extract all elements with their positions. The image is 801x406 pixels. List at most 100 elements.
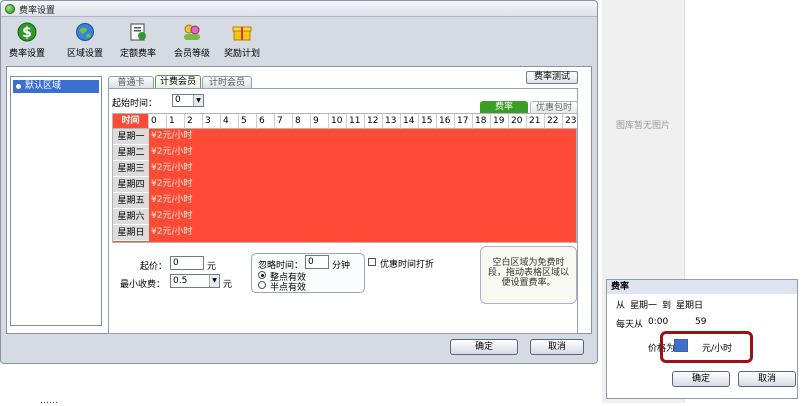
radio-whole-hour[interactable] (258, 271, 266, 279)
min-charge-label: 最小收费： (120, 280, 166, 290)
popup-ok-button[interactable]: 确定 (672, 371, 730, 387)
start-price-label: 起价： (140, 262, 168, 272)
hour-header: 7 (275, 114, 293, 129)
document-icon (130, 23, 146, 41)
region-list: 默认区域 (10, 76, 102, 326)
ignore-time-unit: 分钟 (332, 261, 351, 271)
bullet-icon (16, 84, 21, 89)
day-label: 星期六 (113, 209, 149, 225)
radio-half-hour[interactable] (258, 281, 266, 289)
rate-cell[interactable]: ¥2元/小时 (151, 145, 193, 161)
popup-time-from: 0:00 (648, 317, 669, 327)
toolbar-rate-settings-button[interactable]: $ 费率设置 (4, 20, 50, 62)
toolbar-label: 会员等级 (173, 49, 210, 59)
popup-daily-prefix: 每天从 (616, 320, 644, 330)
hour-header: 13 (383, 114, 401, 129)
cancel-button[interactable]: 取消 (530, 339, 584, 355)
day-label: 星期五 (113, 193, 149, 209)
hour-header: 23 (563, 114, 577, 129)
discount-time-checkbox[interactable] (368, 258, 376, 266)
start-time-value: 0 (175, 95, 181, 105)
hour-header: 14 (401, 114, 419, 129)
start-price-input[interactable]: 0 (170, 256, 204, 270)
popup-to-label: 到 (662, 301, 672, 311)
popup-day-to: 星期日 (676, 301, 704, 311)
ignore-time-input[interactable]: 0 (305, 255, 329, 269)
toolbar-member-level-button[interactable]: 会员等级 (168, 20, 216, 62)
hour-header: 19 (491, 114, 509, 129)
rate-popup-title: 费率 (607, 280, 797, 294)
rate-cell[interactable]: ¥2元/小时 (151, 129, 193, 145)
window-title: 费率设置 (19, 6, 56, 16)
hour-header: 17 (455, 114, 473, 129)
toolbar-fixed-rate-button[interactable]: 定额费率 (114, 20, 162, 62)
start-time-select[interactable]: 0 ▼ (172, 94, 204, 107)
popup-cancel-button[interactable]: 取消 (738, 371, 796, 387)
grid-time-header: 时间 (113, 114, 149, 129)
title-bar[interactable]: 费率设置 (1, 1, 597, 17)
chevron-down-icon[interactable]: ▼ (209, 275, 219, 287)
page-bottom-text: …… (40, 396, 58, 406)
rate-cell[interactable]: ¥2元/小时 (151, 177, 193, 193)
toolbar-label: 费率设置 (8, 49, 45, 59)
chevron-down-icon[interactable]: ▼ (193, 95, 203, 106)
rate-grid[interactable]: 时间 0 1 2 3 4 5 6 7 8 9 10 11 12 13 14 15… (112, 113, 577, 243)
members-icon (184, 24, 200, 40)
min-charge-unit: 元 (223, 280, 233, 290)
hour-header: 3 (203, 114, 221, 129)
hour-header: 5 (239, 114, 257, 129)
discount-time-label: 优惠时间打折 (380, 260, 435, 270)
toolbar-label: 奖励计划 (223, 49, 260, 59)
hour-header: 4 (221, 114, 239, 129)
hour-header: 15 (419, 114, 437, 129)
toolbar: $ 费率设置 区域设置 定额费率 会员等级 奖励计划 (4, 20, 592, 62)
globe-icon (76, 23, 94, 41)
region-item-label: 默认区域 (25, 81, 62, 91)
ok-button[interactable]: 确定 (450, 339, 518, 355)
day-label: 星期四 (113, 177, 149, 193)
radio-half-hour-label: 半点有效 (270, 283, 307, 293)
dollar-icon: $ (17, 22, 37, 42)
toolbar-region-settings-button[interactable]: 区域设置 (62, 20, 108, 62)
rate-test-button[interactable]: 费率测试 (526, 71, 578, 84)
rate-cell[interactable]: ¥2元/小时 (151, 161, 193, 177)
hour-header: 8 (293, 114, 311, 129)
hour-header: 2 (185, 114, 203, 129)
day-label: 星期日 (113, 225, 149, 241)
svg-text:$: $ (22, 25, 32, 41)
hour-header: 6 (257, 114, 275, 129)
tab-billing-member[interactable]: 计费会员 (155, 75, 201, 89)
toolbar-label: 区域设置 (66, 49, 103, 59)
min-charge-select[interactable]: 0.5 ▼ (170, 274, 220, 288)
start-time-label: 起始时间： (112, 99, 158, 109)
day-label: 星期三 (113, 161, 149, 177)
hour-header: 12 (365, 114, 383, 129)
highlight-marker (660, 331, 753, 363)
hour-header: 18 (473, 114, 491, 129)
popup-time-to: 59 (695, 317, 707, 327)
popup-from-label: 从 (616, 301, 626, 311)
day-label: 星期二 (113, 145, 149, 161)
hour-header: 0 (149, 114, 167, 129)
region-item-default[interactable]: 默认区域 (13, 80, 99, 93)
rate-cell[interactable]: ¥2元/小时 (151, 209, 193, 225)
hint-text: 空白区域为免费时段，拖动表格区域以便设置费率。 (487, 258, 569, 288)
rate-cell[interactable]: ¥2元/小时 (151, 193, 193, 209)
rate-cell[interactable]: ¥2元/小时 (151, 225, 193, 241)
hour-header: 22 (545, 114, 563, 129)
toolbar-reward-plan-button[interactable]: 奖励计划 (218, 20, 266, 62)
app-icon (5, 4, 15, 14)
gift-icon (232, 26, 252, 41)
popup-day-from: 星期一 (630, 301, 658, 311)
start-price-unit: 元 (207, 262, 217, 272)
hour-header: 21 (527, 114, 545, 129)
hour-header: 16 (437, 114, 455, 129)
hour-header: 9 (311, 114, 329, 129)
no-image-text: 图库暂无图片 (616, 121, 671, 131)
toolbar-label: 定额费率 (119, 49, 156, 59)
hour-header: 1 (167, 114, 185, 129)
day-label: 星期一 (113, 129, 149, 145)
hour-header: 11 (347, 114, 365, 129)
min-charge-value: 0.5 (173, 276, 188, 286)
hour-header: 20 (509, 114, 527, 129)
